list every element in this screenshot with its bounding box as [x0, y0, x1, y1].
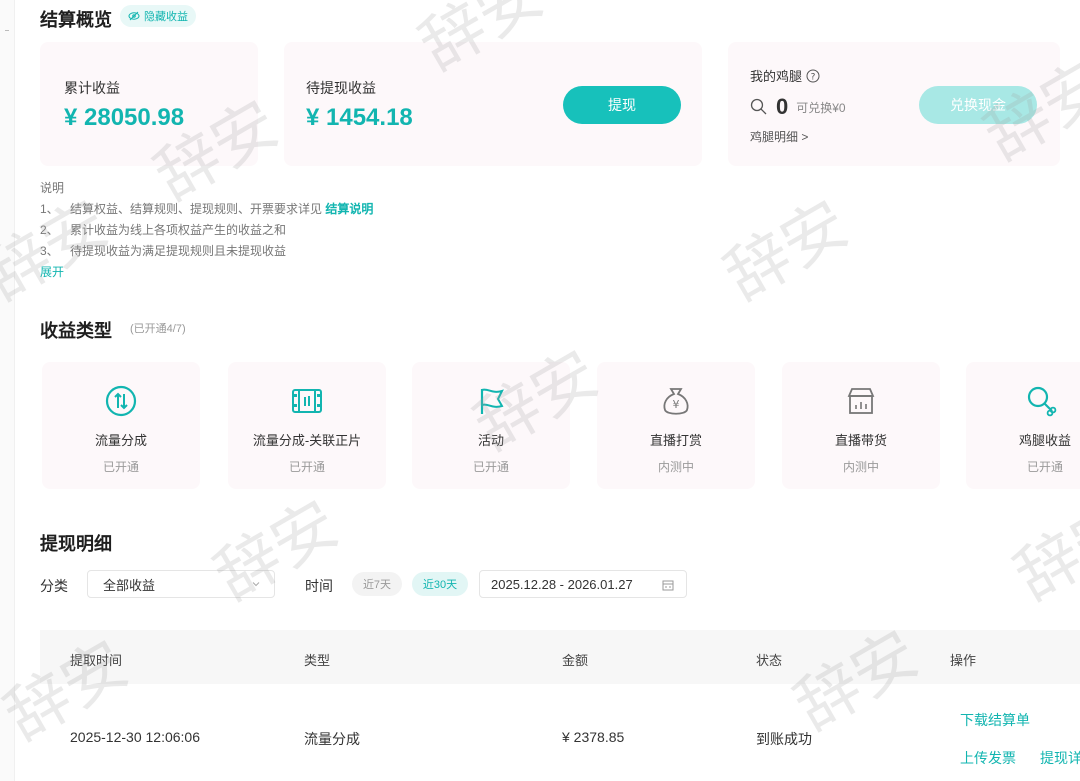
type-name: 流量分成 — [94, 433, 147, 448]
pending-earnings-amount: ¥ 1454.18 — [306, 104, 413, 131]
category-select[interactable]: 全部收益 — [87, 570, 275, 598]
type-card-traffic-share[interactable]: 流量分成 已开通 — [42, 362, 200, 489]
watermark: 辞安 — [713, 187, 861, 316]
income-types-title: 收益类型 — [40, 321, 112, 341]
chevron-down-icon — [252, 582, 260, 587]
type-name: 鸡腿收益 — [1018, 433, 1071, 448]
type-name: 直播打赏 — [649, 433, 702, 448]
row-time: 2025-12-30 12:06:06 — [70, 729, 200, 745]
eye-off-icon — [128, 11, 140, 21]
col-time: 提取时间 — [70, 653, 123, 668]
drumstick-card: 我的鸡腿 ? 0 可兑换¥0 鸡腿明细 > 兑换现金 — [728, 42, 1060, 166]
category-value: 全部收益 — [103, 577, 156, 593]
type-card-live-sales[interactable]: 直播带货 内测中 — [782, 362, 940, 489]
col-actions: 操作 — [950, 653, 977, 668]
type-name: 流量分成-关联正片 — [252, 433, 362, 448]
svg-text:¥: ¥ — [673, 398, 680, 411]
hide-earnings-label: 隐藏收益 — [144, 11, 188, 23]
col-type: 类型 — [304, 653, 331, 668]
exchange-cash-button[interactable]: 兑换现金 — [919, 86, 1037, 124]
traffic-share-icon — [105, 385, 137, 417]
pending-earnings-card: 待提现收益 ¥ 1454.18 提现 — [284, 42, 702, 166]
drumstick-label: 我的鸡腿 — [750, 69, 803, 84]
flag-icon — [480, 388, 504, 414]
shop-icon — [847, 388, 875, 414]
total-earnings-label: 累计收益 — [64, 80, 120, 96]
table-row: 2025-12-30 12:06:06 流量分成 ¥ 2378.85 到账成功 … — [40, 684, 1080, 781]
range-30-days[interactable]: 近30天 — [412, 572, 468, 596]
help-icon[interactable]: ? — [806, 69, 820, 83]
pending-earnings-label: 待提现收益 — [306, 80, 376, 96]
drumstick-icon — [1027, 386, 1057, 417]
type-status: 已开通 — [288, 460, 325, 474]
table-header: 提取时间 类型 金额 状态 操作 — [40, 630, 1080, 684]
type-card-traffic-share-linked[interactable]: 流量分成-关联正片 已开通 — [228, 362, 386, 489]
row-status: 到账成功 — [756, 731, 812, 747]
calendar-icon — [662, 580, 674, 591]
income-types-count: (已开通4/7) — [130, 323, 186, 335]
row-amount: ¥ 2378.85 — [562, 729, 625, 745]
total-earnings-card: 累计收益 ¥ 28050.98 — [40, 42, 258, 166]
upload-invoice-link[interactable]: 上传发票 — [960, 748, 1016, 768]
col-amount: 金额 — [562, 653, 589, 668]
col-status: 状态 — [756, 653, 783, 668]
money-bag-icon: ¥ — [663, 388, 689, 415]
notes-section: 说明 1、 结算权益、结算规则、提现规则、开票要求详见 结算说明 2、 累计收益为线… — [40, 178, 373, 283]
type-status: 已开通 — [102, 460, 139, 474]
type-status: 内测中 — [657, 460, 694, 474]
rail-mark — [5, 30, 9, 31]
type-name: 活动 — [477, 433, 504, 448]
drumstick-small-icon — [750, 98, 767, 115]
type-status: 内测中 — [842, 460, 879, 474]
svg-text:?: ? — [811, 72, 816, 82]
type-status: 已开通 — [1026, 460, 1063, 474]
withdraw-detail-link[interactable]: 提现详 — [1040, 748, 1080, 768]
range-7-days[interactable]: 近7天 — [352, 572, 402, 596]
drumstick-exchangeable: 可兑换¥0 — [796, 100, 846, 115]
hide-earnings-toggle[interactable]: 隐藏收益 — [120, 5, 196, 27]
withdraw-button[interactable]: 提现 — [563, 86, 681, 124]
note-item: 3、 待提现收益为满足提现规则且未提现收益 — [40, 244, 287, 258]
withdraw-title: 提现明细 — [40, 534, 112, 554]
settlement-rules-link[interactable]: 结算说明 — [325, 202, 373, 216]
film-strip-icon — [292, 389, 322, 413]
type-card-activity[interactable]: 活动 已开通 — [412, 362, 570, 489]
category-label: 分类 — [40, 578, 68, 594]
notes-heading: 说明 — [40, 181, 65, 195]
download-statement-link[interactable]: 下载结算单 — [960, 710, 1030, 730]
type-card-live-tips[interactable]: ¥ 直播打赏 内测中 — [597, 362, 755, 489]
watermark: 辞安 — [1003, 487, 1080, 616]
row-type: 流量分成 — [304, 731, 360, 747]
type-name: 直播带货 — [834, 433, 887, 448]
note-item: 1、 结算权益、结算规则、提现规则、开票要求详见 结算说明 — [40, 202, 374, 216]
time-label: 时间 — [305, 578, 333, 594]
left-rail — [0, 0, 15, 781]
total-earnings-amount: ¥ 28050.98 — [64, 104, 185, 131]
type-status: 已开通 — [472, 460, 509, 474]
expand-link[interactable]: 展开 — [40, 262, 373, 283]
note-item: 2、 累计收益为线上各项权益产生的收益之和 — [40, 223, 287, 237]
overview-title: 结算概览 — [40, 10, 112, 30]
type-card-drumstick[interactable]: 鸡腿收益 已开通 — [966, 362, 1080, 489]
drumstick-detail-link[interactable]: 鸡腿明细 > — [750, 128, 808, 145]
date-range-value: 2025.12.28 - 2026.01.27 — [491, 576, 633, 592]
date-range-picker[interactable]: 2025.12.28 - 2026.01.27 — [479, 570, 687, 598]
drumstick-count: 0 — [776, 94, 789, 119]
